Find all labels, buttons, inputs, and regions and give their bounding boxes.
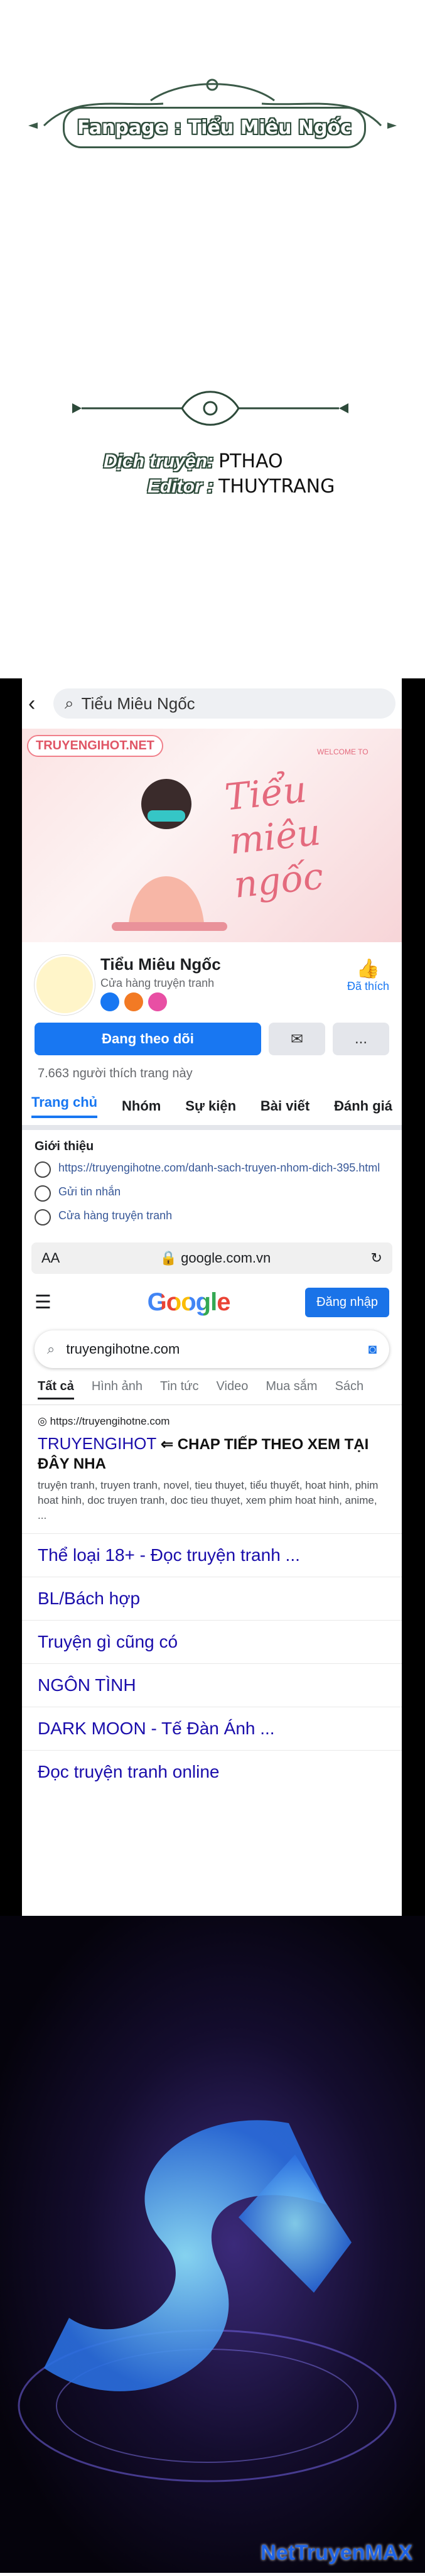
intro-msg[interactable]: Gửi tin nhắn <box>58 1185 121 1198</box>
cover-tag: TRUYENGIHOT.NET <box>27 735 163 757</box>
tab-shopping[interactable]: Mua sắm <box>266 1379 317 1399</box>
intro-title: Giới thiệu <box>35 1139 94 1153</box>
store-icon <box>35 1209 51 1226</box>
action-buttons: Đang theo dõi ✉ ... <box>22 1018 402 1060</box>
editor-value: THUYTRANG <box>218 476 335 497</box>
sitelink[interactable]: Đọc truyện tranh online <box>22 1750 402 1793</box>
badge-row <box>100 992 167 1011</box>
cover-photo[interactable]: TRUYENGIHOT.NET WELCOME TO Tiểu miêu ngố… <box>22 729 402 942</box>
fb-tabs: Trang chủ Nhóm Sự kiện Bài viết Đánh giá <box>22 1087 402 1130</box>
signin-button[interactable]: Đăng nhập <box>305 1287 389 1317</box>
cover-welcome: WELCOME TO <box>317 747 369 756</box>
banner-frame: Fanpage : Tiểu Miêu Ngốc <box>63 107 366 148</box>
messenger-button[interactable]: ✉ <box>269 1023 325 1055</box>
cover-script-title: Tiểu miêu ngốc <box>222 768 326 906</box>
likes-count: 7.663 người thích trang này <box>38 1067 193 1080</box>
messenger-icon <box>35 1185 51 1202</box>
reload-icon[interactable]: ↻ <box>371 1250 382 1266</box>
tab-posts[interactable]: Bài viết <box>261 1098 309 1114</box>
badge-pink-icon <box>148 992 167 1011</box>
tab-events[interactable]: Sự kiện <box>185 1098 236 1114</box>
tab-home[interactable]: Trang chủ <box>31 1094 98 1118</box>
following-button[interactable]: Đang theo dõi <box>35 1023 261 1055</box>
flourish-divider-icon <box>72 391 348 426</box>
result-description: truyện tranh, truyen tranh, novel, tieu … <box>38 1479 379 1521</box>
fanpage-text: Fanpage : Tiểu Miêu Ngốc <box>77 116 352 139</box>
browser-url-bar[interactable]: AA 🔒 google.com.vn ↻ <box>31 1242 392 1274</box>
badge-blue-icon <box>100 992 119 1011</box>
search-icon: ⌕ <box>47 1341 55 1357</box>
page-name: Tiểu Miêu Ngốc <box>100 955 221 974</box>
page-category: Cửa hàng truyện tranh <box>100 977 215 989</box>
sitelink[interactable]: NGÔN TÌNH <box>22 1663 402 1707</box>
watermark-brand: NetTruyenMAX <box>261 2541 412 2565</box>
glowing-emblem-artwork: NetTruyenMAX <box>0 1916 425 2573</box>
translator-value: PTHAO <box>218 450 283 472</box>
site-globe-icon: ◎ <box>38 1415 47 1427</box>
sitelink[interactable]: DARK MOON - Tế Đàn Ánh ... <box>22 1707 402 1750</box>
text-size-button[interactable]: AA <box>41 1250 60 1266</box>
thumbs-up-icon: 👍 <box>356 959 380 979</box>
tab-images[interactable]: Hình ảnh <box>92 1379 143 1399</box>
avatar[interactable] <box>35 955 95 1015</box>
intro-store[interactable]: Cửa hàng truyện tranh <box>58 1209 172 1222</box>
badge-orange-icon <box>124 992 143 1011</box>
fb-top-bar: ‹ ⌕ Tiểu Miêu Ngốc <box>22 678 402 729</box>
google-logo-text: Google <box>147 1288 231 1316</box>
girl-illustration-icon <box>112 779 227 931</box>
liked-button[interactable]: 👍 Đã thích <box>347 958 389 993</box>
back-arrow-icon[interactable]: ‹ <box>28 692 53 716</box>
camera-icon[interactable]: ◙ <box>369 1341 377 1357</box>
result-title[interactable]: TRUYENGIHOT <box>38 1434 156 1453</box>
google-search-input[interactable]: ⌕ truyengihotne.com ◙ <box>35 1330 389 1368</box>
phone-screenshot: ‹ ⌕ Tiểu Miêu Ngốc TRUYENGIHOT.NET WELCO… <box>0 678 425 1916</box>
intro-link-row[interactable]: https://truyengihotne.com/danh-sach-truy… <box>35 1161 389 1178</box>
editor-label: Editor : <box>148 476 213 497</box>
fb-search-text: Tiểu Miêu Ngốc <box>81 693 195 713</box>
intro-store-row[interactable]: Cửa hàng truyện tranh <box>35 1209 389 1226</box>
intro-msg-row[interactable]: Gửi tin nhắn <box>35 1185 389 1202</box>
credits-block: Dịch truyện: PTHAO Editor : THUYTRANG <box>63 449 364 499</box>
browser-url: google.com.vn <box>181 1250 271 1266</box>
profile-section: Tiểu Miêu Ngốc Cửa hàng truyện tranh 👍 Đ… <box>22 942 402 1018</box>
intro-section: Giới thiệu https://truyengihotne.com/dan… <box>22 1130 402 1242</box>
google-query: truyengihotne.com <box>66 1341 180 1357</box>
google-header: ☰ Google Đăng nhập <box>22 1274 402 1330</box>
lock-icon: 🔒 <box>159 1250 178 1266</box>
tab-books[interactable]: Sách <box>335 1379 364 1399</box>
menu-icon[interactable]: ☰ <box>35 1291 72 1313</box>
intro-link[interactable]: https://truyengihotne.com/danh-sach-truy… <box>58 1161 380 1175</box>
tab-reviews[interactable]: Đánh giá <box>334 1098 392 1114</box>
more-label: ... <box>354 1030 367 1047</box>
tab-all[interactable]: Tất cả <box>38 1379 74 1399</box>
fanpage-banner: Fanpage : Tiểu Miêu Ngốc <box>25 69 400 163</box>
following-label: Đang theo dõi <box>102 1031 194 1046</box>
sitelink[interactable]: Truyện gì cũng có <box>22 1620 402 1663</box>
sitelink[interactable]: BL/Bách hợp <box>22 1577 402 1620</box>
translator-label: Dịch truyện: <box>103 451 213 472</box>
more-button[interactable]: ... <box>333 1023 389 1055</box>
google-logo[interactable]: Google <box>72 1288 305 1317</box>
tab-news[interactable]: Tin tức <box>160 1379 199 1399</box>
phone-screen: ‹ ⌕ Tiểu Miêu Ngốc TRUYENGIHOT.NET WELCO… <box>22 678 402 1916</box>
fb-search-input[interactable]: ⌕ Tiểu Miêu Ngốc <box>53 688 395 719</box>
glowing-emblem-icon <box>18 2120 397 2482</box>
result-url[interactable]: https://truyengihotne.com <box>50 1415 170 1427</box>
liked-label: Đã thích <box>347 980 389 992</box>
google-tabs: Tất cả Hình ảnh Tin tức Video Mua sắm Sá… <box>22 1368 402 1405</box>
messenger-icon: ✉ <box>290 1030 304 1048</box>
globe-icon <box>35 1161 51 1178</box>
tab-video[interactable]: Video <box>217 1379 249 1399</box>
tab-groups[interactable]: Nhóm <box>122 1098 161 1114</box>
search-result: ◎ https://truyengihotne.com TRUYENGIHOT … <box>22 1405 402 1533</box>
search-icon: ⌕ <box>65 693 74 712</box>
sitelink[interactable]: Thể loại 18+ - Đọc truyện tranh ... <box>22 1533 402 1577</box>
